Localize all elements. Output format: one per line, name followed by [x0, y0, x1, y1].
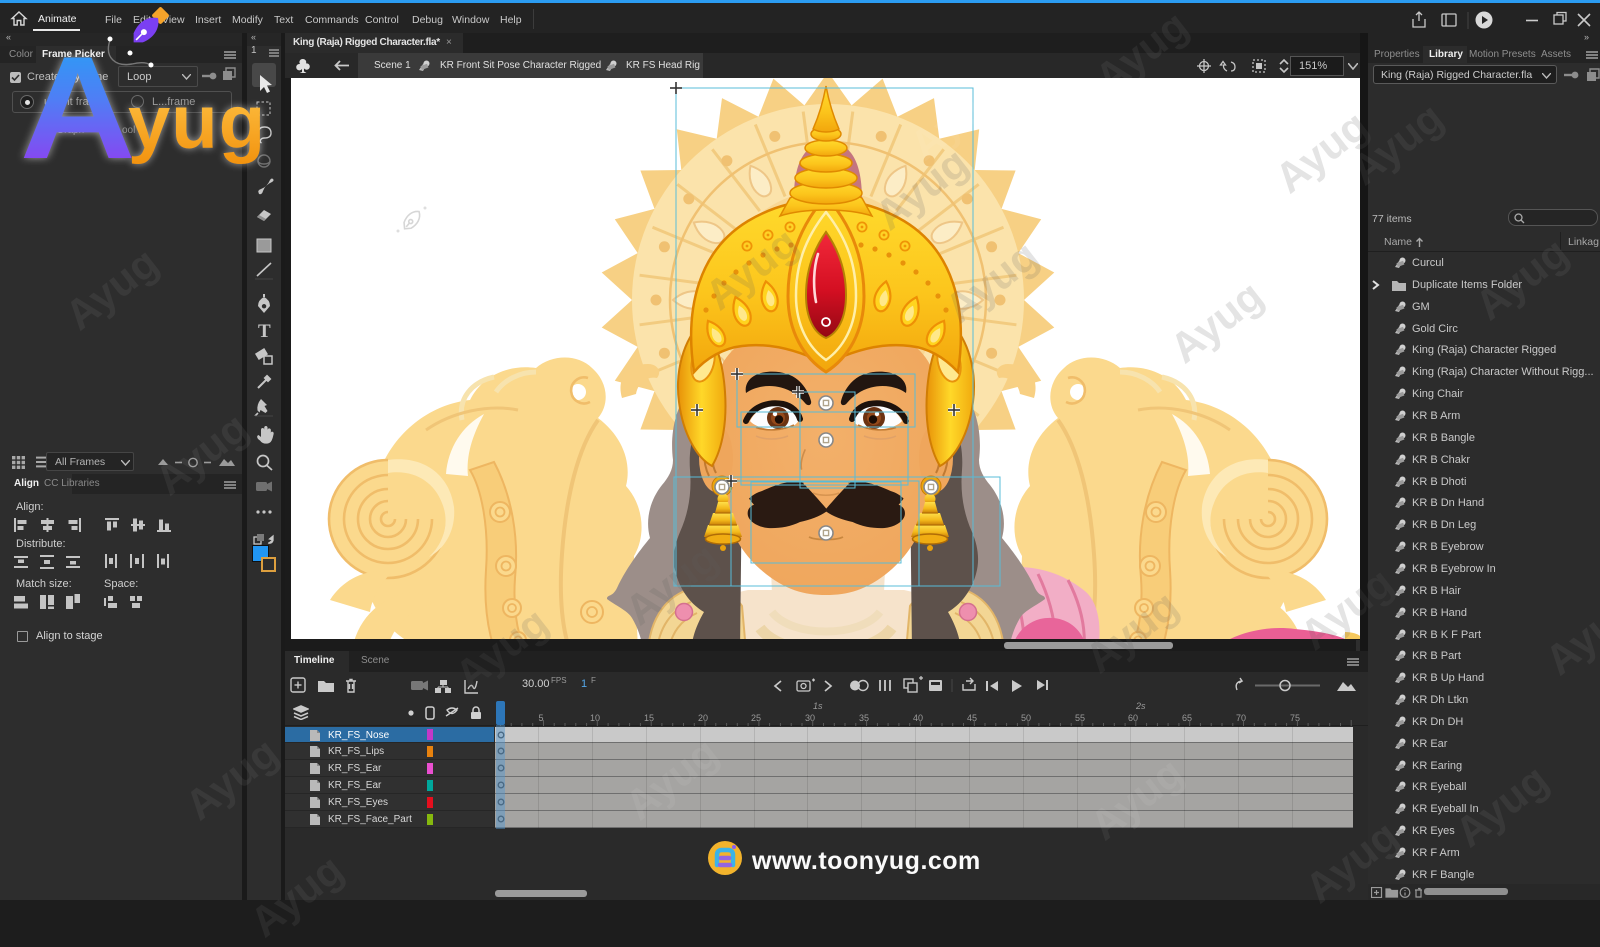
svg-text:A: A [20, 26, 136, 190]
svg-text:yug: yug [128, 80, 266, 165]
svg-text:T: T [258, 321, 271, 342]
